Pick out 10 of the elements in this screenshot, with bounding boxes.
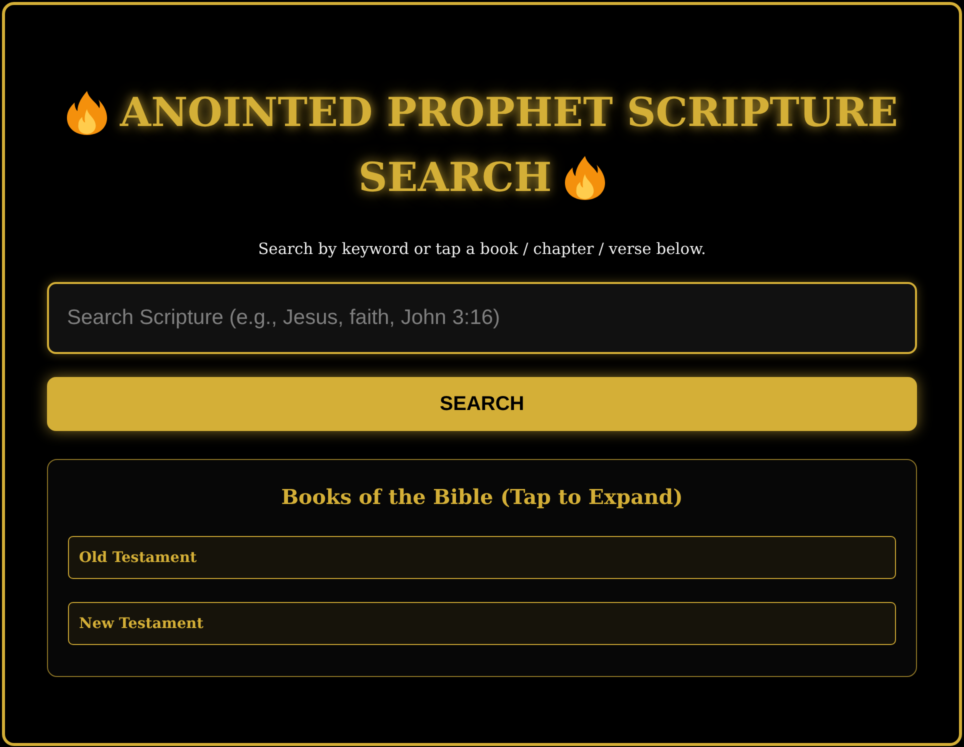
page-title: SEARCH	[358, 153, 552, 203]
subtitle: Search by keyword or tap a book / chapter / verse below.	[257, 239, 707, 260]
fire-icon	[564, 154, 606, 200]
testament-section[interactable]: Old Testament	[68, 536, 896, 579]
page-title: ANOINTED PROPHET SCRIPTURE	[120, 88, 898, 138]
search-field[interactable]: Search Scripture (e.g., Jesus, faith, John 3:16)	[47, 282, 917, 354]
panel-title: Books of the Bible (Tap to Expand)	[280, 484, 684, 511]
testament-section[interactable]: New Testament	[68, 602, 896, 645]
search-button[interactable]: SEARCH	[47, 377, 917, 431]
fire-icon	[66, 90, 108, 136]
